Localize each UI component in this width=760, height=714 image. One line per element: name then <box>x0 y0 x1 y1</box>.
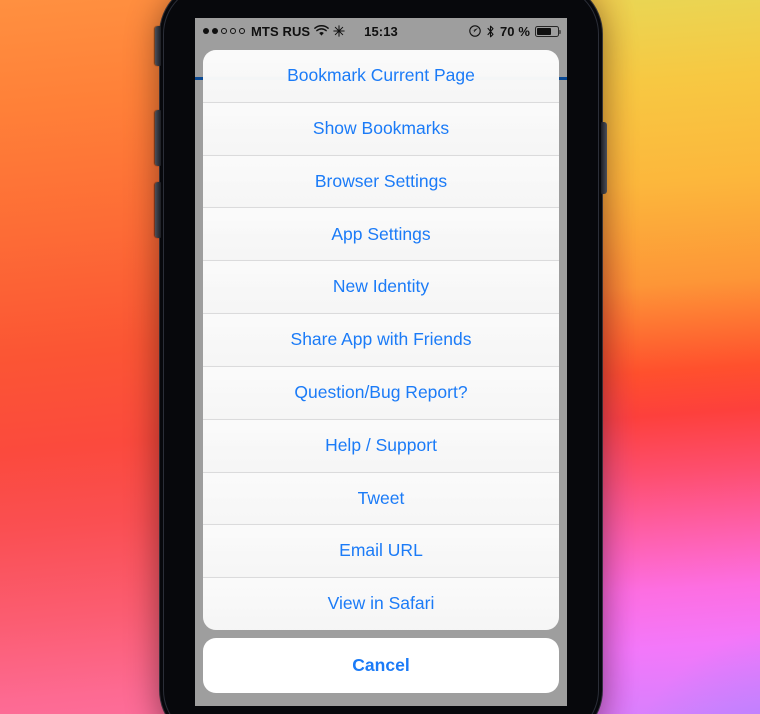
silent-switch-button[interactable] <box>155 26 161 66</box>
phone-screen: MTS RUS 15:13 70 % Bookmark Current Page… <box>195 18 567 706</box>
wifi-icon <box>314 25 330 37</box>
status-bar-center: 15:13 <box>364 24 398 39</box>
signal-dot-5 <box>239 28 245 34</box>
action-item-question-bug-report[interactable]: Question/Bug Report? <box>203 366 559 420</box>
signal-dot-3 <box>221 28 227 34</box>
signal-dot-1 <box>203 28 209 34</box>
action-item-help-support[interactable]: Help / Support <box>203 419 559 473</box>
action-item-email-url[interactable]: Email URL <box>203 525 559 579</box>
battery-icon <box>535 25 561 37</box>
carrier-label: MTS RUS <box>251 23 311 39</box>
action-item-tweet[interactable]: Tweet <box>203 472 559 526</box>
battery-fill <box>537 27 551 35</box>
status-bar-left: MTS RUS <box>203 24 364 39</box>
action-item-app-settings[interactable]: App Settings <box>203 208 559 262</box>
action-item-new-identity[interactable]: New Identity <box>203 261 559 315</box>
volume-down-button[interactable] <box>155 182 161 238</box>
snowflake-icon <box>333 25 345 37</box>
battery-percent-label: 70 % <box>499 23 530 39</box>
action-sheet-options-list: Bookmark Current Page Show Bookmarks Bro… <box>203 50 559 630</box>
cancel-button[interactable]: Cancel <box>203 638 559 693</box>
location-arrow-icon <box>469 25 481 37</box>
action-item-view-in-safari[interactable]: View in Safari <box>203 578 559 630</box>
action-item-show-bookmarks[interactable]: Show Bookmarks <box>203 102 559 156</box>
wallpaper-right-glow <box>600 0 760 714</box>
action-item-share-app-with-friends[interactable]: Share App with Friends <box>203 314 559 367</box>
action-item-bookmark-current-page[interactable]: Bookmark Current Page <box>203 50 559 103</box>
phone-device-frame: MTS RUS 15:13 70 % Bookmark Current Page… <box>155 0 607 714</box>
cellular-signal-dots-icon <box>203 28 245 34</box>
status-bar-clock: 15:13 <box>364 23 398 39</box>
signal-dot-2 <box>212 28 218 34</box>
signal-dot-4 <box>230 28 236 34</box>
status-bar-right: 70 % <box>398 23 561 39</box>
bluetooth-icon <box>486 25 495 38</box>
action-sheet: Bookmark Current Page Show Bookmarks Bro… <box>203 50 559 693</box>
battery-cap <box>559 29 561 34</box>
status-bar: MTS RUS 15:13 70 % <box>195 18 567 44</box>
power-button[interactable] <box>601 122 607 194</box>
action-item-browser-settings[interactable]: Browser Settings <box>203 155 559 209</box>
volume-up-button[interactable] <box>155 110 161 166</box>
